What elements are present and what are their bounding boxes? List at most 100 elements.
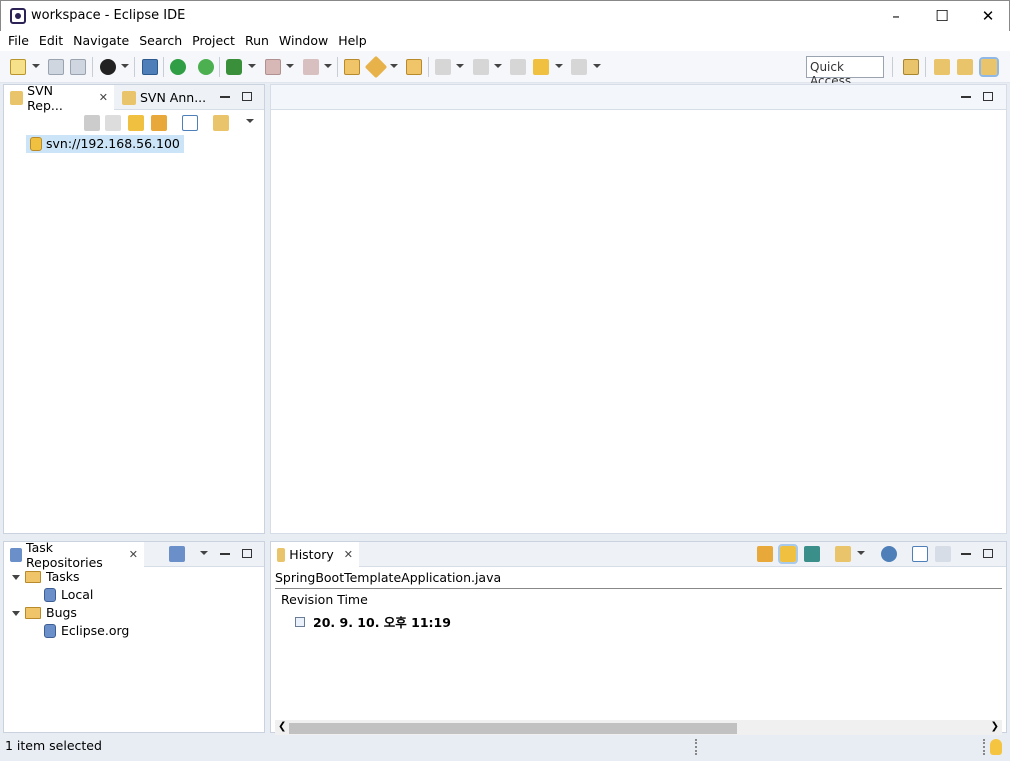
lightbulb-icon[interactable]	[990, 739, 1002, 755]
back-icon[interactable]	[105, 115, 121, 131]
minimize-icon[interactable]	[220, 96, 230, 98]
tree-node-local[interactable]: Local	[44, 586, 93, 604]
save-all-icon[interactable]	[70, 59, 86, 75]
last-edit-icon[interactable]	[510, 59, 526, 75]
menu-window[interactable]: Window	[274, 31, 333, 51]
next-annotation-dropdown-icon[interactable]	[456, 64, 464, 68]
menu-search[interactable]: Search	[134, 31, 187, 51]
tree-node-bugs[interactable]: Bugs	[12, 604, 77, 622]
collapse-all-icon[interactable]	[912, 546, 928, 562]
compare-icon[interactable]	[835, 546, 851, 562]
tab-history[interactable]: History ✕	[271, 542, 359, 567]
editor-tabs	[271, 85, 1006, 110]
tree-node-tasks[interactable]: Tasks	[12, 568, 80, 586]
debug-dropdown-icon[interactable]	[248, 64, 256, 68]
save-icon[interactable]	[48, 59, 64, 75]
maximize-icon[interactable]	[242, 549, 252, 558]
chevron-down-icon[interactable]	[12, 610, 20, 616]
eclipse-icon	[10, 8, 26, 24]
menu-navigate[interactable]: Navigate	[68, 31, 134, 51]
scroll-left-icon[interactable]: ❮	[278, 721, 286, 732]
maximize-window-button[interactable]: ☐	[919, 1, 965, 31]
pen-dropdown-icon[interactable]	[390, 64, 398, 68]
collapse-all-icon[interactable]	[182, 115, 198, 131]
tree-node-eclipse-org[interactable]: Eclipse.org	[44, 622, 129, 640]
menu-run[interactable]: Run	[240, 31, 274, 51]
forward-dropdown-icon[interactable]	[593, 64, 601, 68]
git-perspective-icon[interactable]	[957, 59, 973, 75]
user-dropdown-icon[interactable]	[121, 64, 129, 68]
refresh-icon[interactable]	[151, 115, 167, 131]
prev-annotation-dropdown-icon[interactable]	[494, 64, 502, 68]
tab-task-repositories[interactable]: Task Repositories ✕	[4, 540, 144, 570]
maximize-icon[interactable]	[242, 92, 252, 101]
minimize-window-button[interactable]: –	[873, 1, 919, 31]
minimize-icon[interactable]	[961, 96, 971, 98]
prev-annotation-icon[interactable]	[473, 59, 489, 75]
menu-file[interactable]: File	[3, 31, 34, 51]
pin-icon[interactable]	[804, 546, 820, 562]
scroll-right-icon[interactable]: ❯	[991, 721, 999, 732]
chevron-down-icon[interactable]	[12, 574, 20, 580]
minimize-icon[interactable]	[220, 553, 230, 555]
menu-project[interactable]: Project	[187, 31, 240, 51]
stop-icon[interactable]	[265, 59, 281, 75]
forward-arrow-icon[interactable]	[571, 59, 587, 75]
tab-label: History	[289, 547, 334, 562]
home-icon[interactable]	[84, 115, 100, 131]
open-folder-icon[interactable]	[344, 59, 360, 75]
svn-perspective-icon[interactable]	[979, 57, 999, 77]
toolbar-separator	[925, 57, 926, 77]
compare-dropdown-icon[interactable]	[857, 551, 865, 555]
forward-icon[interactable]	[128, 115, 144, 131]
scroll-thumb[interactable]	[289, 723, 737, 734]
refresh-error-icon[interactable]	[198, 59, 214, 75]
open-perspective-icon[interactable]	[903, 59, 919, 75]
close-icon[interactable]: ✕	[99, 91, 108, 104]
maximize-icon[interactable]	[983, 549, 993, 558]
next-annotation-icon[interactable]	[435, 59, 451, 75]
horizontal-scrollbar[interactable]: ❮ ❯	[275, 720, 1002, 736]
status-divider	[695, 739, 697, 755]
debug-icon[interactable]	[226, 59, 242, 75]
view-menu-icon[interactable]	[246, 119, 254, 123]
back-dropdown-icon[interactable]	[555, 64, 563, 68]
svn-panel-tabs: SVN Rep... ✕ SVN Ann...	[4, 83, 264, 113]
folder-icon	[25, 607, 41, 619]
new-dropdown-icon[interactable]	[32, 64, 40, 68]
power-icon[interactable]	[170, 59, 186, 75]
run-dropdown-icon[interactable]	[324, 64, 332, 68]
menu-help[interactable]: Help	[333, 31, 372, 51]
revision-time-header[interactable]: Revision Time	[281, 592, 368, 607]
back-arrow-icon[interactable]	[533, 59, 549, 75]
new-icon[interactable]	[10, 59, 26, 75]
tree-label: Local	[61, 587, 94, 602]
close-window-button[interactable]: ✕	[965, 1, 1010, 31]
add-repository-icon[interactable]	[169, 546, 185, 562]
view-menu-icon[interactable]	[200, 551, 208, 555]
link-editor-icon[interactable]	[778, 544, 798, 564]
pen-icon[interactable]	[364, 55, 388, 79]
quick-access-input[interactable]: Quick Access	[806, 56, 884, 88]
maximize-icon[interactable]	[983, 92, 993, 101]
menu-edit[interactable]: Edit	[34, 31, 68, 51]
java-perspective-icon[interactable]	[934, 59, 950, 75]
user-icon[interactable]	[100, 59, 116, 75]
history-file-name: SpringBootTemplateApplication.java	[275, 570, 502, 585]
new-repository-icon[interactable]	[213, 115, 229, 131]
open-task-icon[interactable]	[406, 59, 422, 75]
filter-icon[interactable]	[881, 546, 897, 562]
stop-dropdown-icon[interactable]	[286, 64, 294, 68]
minimize-icon[interactable]	[961, 553, 971, 555]
refresh-icon[interactable]	[757, 546, 773, 562]
toolbar-separator	[134, 57, 135, 77]
run-last-icon[interactable]	[303, 59, 319, 75]
revision-row[interactable]: 20. 9. 10. 오후 11:19	[295, 612, 451, 631]
close-icon[interactable]: ✕	[129, 548, 138, 561]
tab-svn-repositories[interactable]: SVN Rep... ✕	[4, 83, 114, 113]
terminal-icon[interactable]	[142, 59, 158, 75]
repository-node[interactable]: svn://192.168.56.100	[26, 135, 184, 153]
close-icon[interactable]: ✕	[344, 548, 353, 561]
layout-icon[interactable]	[935, 546, 951, 562]
tab-svn-annotate[interactable]: SVN Ann...	[116, 85, 216, 110]
